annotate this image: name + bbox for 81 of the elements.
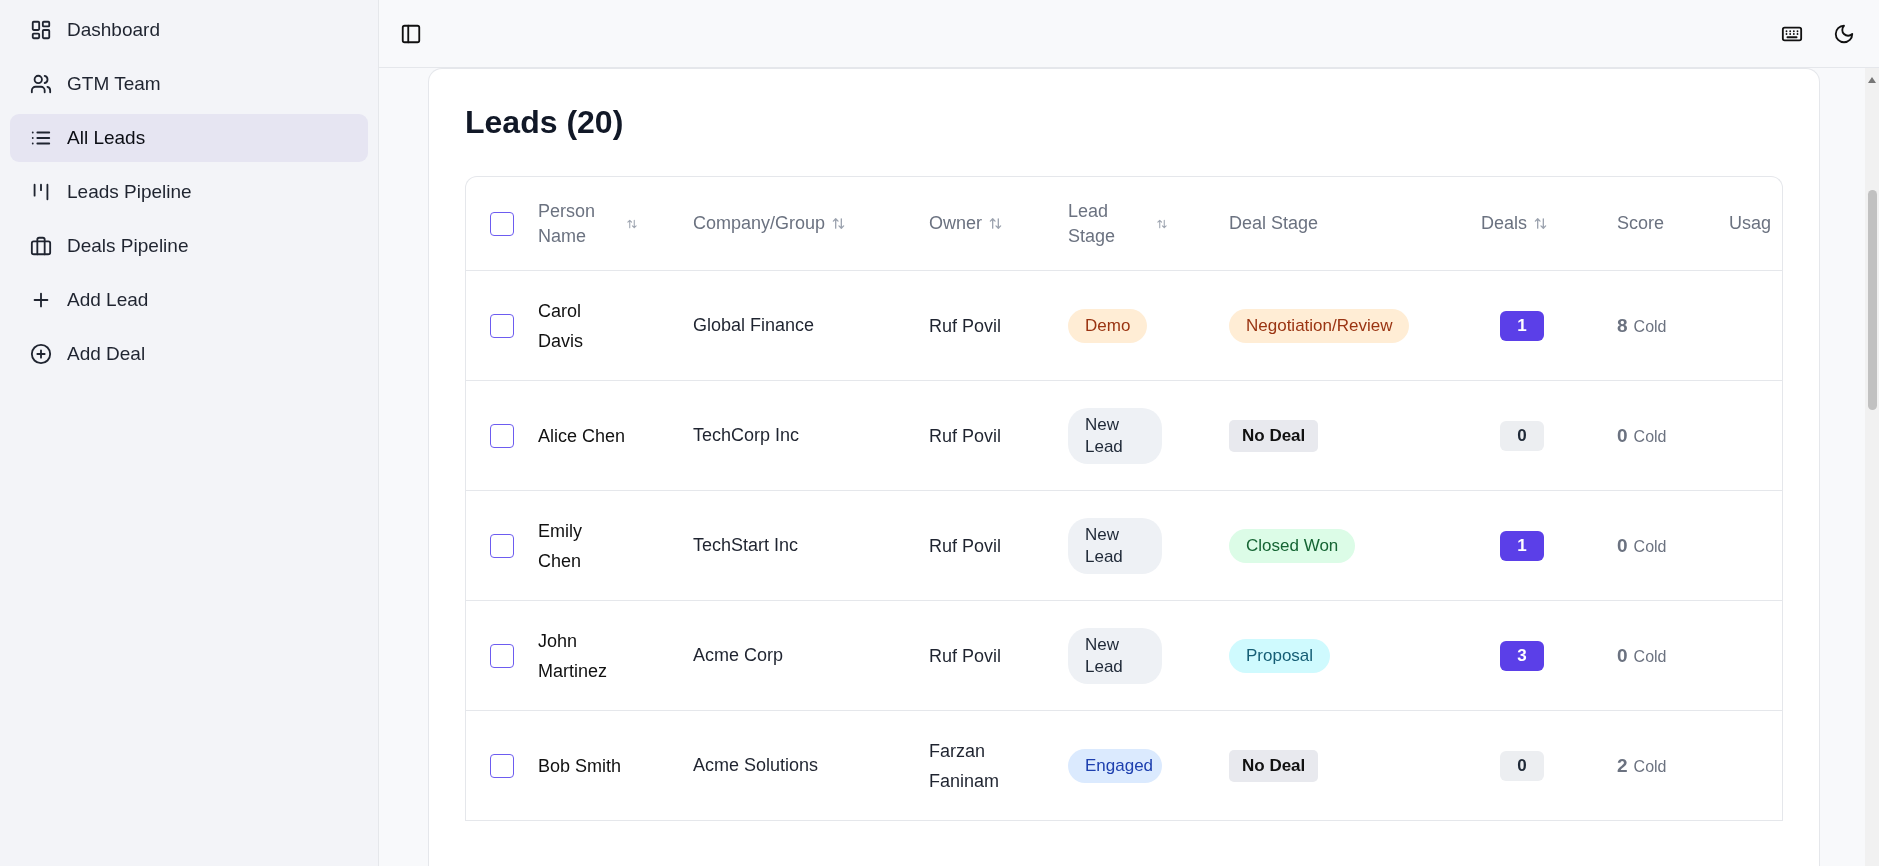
deal-count-badge: 3: [1500, 640, 1544, 671]
column-header[interactable]: Score: [1617, 213, 1665, 234]
column-header[interactable]: Owner: [929, 213, 1003, 234]
column-header[interactable]: Company/Group: [693, 213, 847, 234]
sidebar-item[interactable]: Add Deal: [10, 330, 368, 378]
owner-name: Ruf Povil: [929, 314, 1003, 338]
score-value: 0: [1617, 534, 1628, 557]
sidebar-item-label: GTM Team: [67, 73, 161, 95]
lead-stage-badge: New Lead: [1068, 517, 1162, 574]
lead-stage-badge: New Lead: [1068, 407, 1162, 464]
sidebar-item-label: Add Deal: [67, 343, 146, 365]
column-header[interactable]: Usag: [1729, 213, 1772, 234]
row-checkbox[interactable]: [490, 643, 514, 668]
score-value: 0: [1617, 424, 1628, 447]
owner-name: Farzan Faninam: [929, 739, 1001, 793]
sidebar-item-label: Dashboard: [67, 19, 160, 41]
company-name: Acme Corp: [693, 645, 784, 666]
deal-stage-badge: Negotiation/Review: [1229, 308, 1410, 343]
sort-icon[interactable]: [831, 216, 847, 231]
row-checkbox[interactable]: [490, 753, 514, 778]
sidebar-item-label: Leads Pipeline: [67, 181, 192, 203]
score-temperature: Cold: [1633, 757, 1667, 776]
person-name: Emily Chen: [538, 519, 583, 573]
company-name: Acme Solutions: [693, 755, 819, 776]
score-temperature: Cold: [1633, 427, 1667, 446]
briefcase-icon: [30, 235, 52, 257]
plus-circle-icon: [30, 343, 52, 365]
deal-stage-badge: Closed Won: [1229, 528, 1356, 563]
score-temperature: Cold: [1633, 537, 1667, 556]
deal-count-badge: 1: [1500, 310, 1544, 341]
score-temperature: Cold: [1633, 647, 1667, 666]
company-name: TechStart Inc: [693, 535, 799, 556]
sidebar-item-label: Add Lead: [67, 289, 149, 311]
person-name: Bob Smith: [538, 754, 623, 778]
column-header[interactable]: Deal Stage: [1229, 213, 1319, 234]
owner-name: Ruf Povil: [929, 534, 1003, 558]
sidebar-item[interactable]: Dashboard: [10, 6, 368, 54]
users-icon: [30, 73, 52, 95]
select-all-checkbox[interactable]: [490, 211, 514, 236]
sidebar-item[interactable]: Leads Pipeline: [10, 168, 368, 216]
card-title: Leads (20): [465, 103, 625, 142]
sidebar-item[interactable]: GTM Team: [10, 60, 368, 108]
lead-stage-badge: Demo: [1068, 308, 1148, 343]
company-name: Global Finance: [693, 315, 815, 336]
score-value: 0: [1617, 644, 1628, 667]
row-checkbox[interactable]: [490, 423, 514, 448]
scrollbar[interactable]: [1865, 68, 1879, 866]
deal-stage-badge: No Deal: [1229, 749, 1319, 782]
deal-count-badge: 1: [1500, 530, 1544, 561]
lead-stage-badge: Engaged: [1068, 748, 1162, 783]
person-name: Alice Chen: [538, 424, 626, 448]
row-checkbox[interactable]: [490, 313, 514, 338]
sidebar-item[interactable]: Deals Pipeline: [10, 222, 368, 270]
scroll-up-icon[interactable]: [1867, 76, 1877, 84]
owner-name: Ruf Povil: [929, 644, 1003, 668]
score-value: 8: [1617, 314, 1628, 337]
deal-stage-badge: No Deal: [1229, 419, 1319, 452]
grid-icon: [30, 19, 52, 41]
sidebar-item-label: Deals Pipeline: [67, 235, 189, 257]
lead-stage-badge: New Lead: [1068, 627, 1162, 684]
deal-count-badge: 0: [1500, 750, 1544, 781]
sidebar-item[interactable]: Add Lead: [10, 276, 368, 324]
deal-count-badge: 0: [1500, 420, 1544, 451]
row-checkbox[interactable]: [490, 533, 514, 558]
owner-name: Ruf Povil: [929, 424, 1003, 448]
sidebar-item-label: All Leads: [67, 127, 146, 149]
sort-icon[interactable]: [988, 216, 1003, 231]
score-value: 2: [1617, 754, 1628, 777]
score-temperature: Cold: [1633, 317, 1667, 336]
column-header[interactable]: Deals: [1481, 213, 1549, 234]
sort-icon[interactable]: [1533, 216, 1549, 231]
deal-stage-badge: Proposal: [1229, 638, 1331, 673]
column-header[interactable]: Person Name: [538, 198, 638, 249]
person-name: Carol Davis: [538, 299, 584, 353]
moon-icon[interactable]: [1833, 22, 1855, 45]
column-header[interactable]: Lead Stage: [1068, 198, 1168, 249]
person-name: John Martinez: [538, 629, 609, 683]
scrollbar-thumb[interactable]: [1867, 190, 1877, 410]
sidebar-toggle-icon[interactable]: [400, 22, 422, 45]
company-name: TechCorp Inc: [693, 425, 800, 446]
sidebar-item[interactable]: All Leads: [10, 114, 368, 162]
